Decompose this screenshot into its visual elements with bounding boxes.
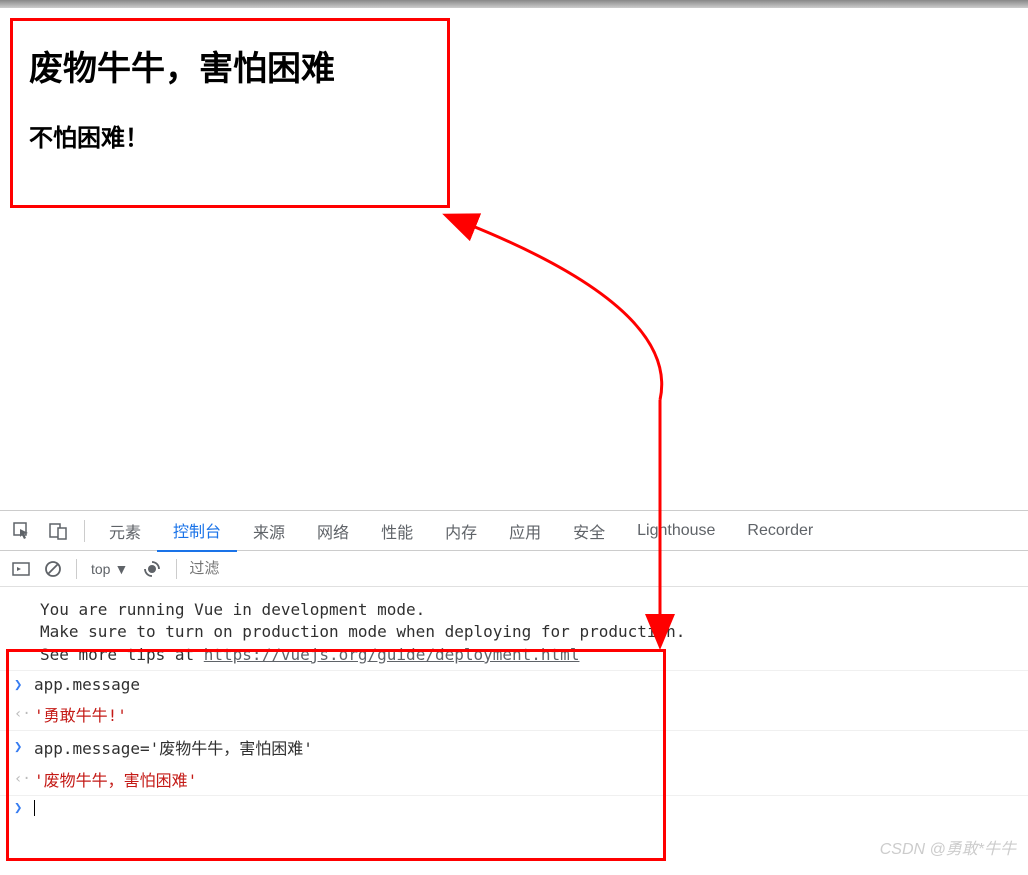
watermark: CSDN @勇敢*牛牛 [880, 835, 1016, 859]
devtools-panel: 元素 控制台 来源 网络 性能 内存 应用 安全 Lighthouse Reco… [0, 510, 1028, 828]
console-code: app.message [34, 675, 140, 694]
context-label: top [91, 561, 110, 577]
devtools-tabbar: 元素 控制台 来源 网络 性能 内存 应用 安全 Lighthouse Reco… [0, 511, 1028, 551]
tab-recorder[interactable]: Recorder [731, 514, 829, 548]
device-toggle-icon[interactable] [40, 515, 76, 547]
console-toolbar: top ▼ [0, 551, 1028, 587]
console-output-line: ‹· '废物牛牛，害怕困难' [0, 763, 1028, 795]
warning-text-1: You are running Vue in development mode. [40, 599, 1028, 621]
inspect-element-icon[interactable] [4, 515, 40, 547]
filter-input[interactable] [185, 556, 1022, 581]
console-result: '废物牛牛，害怕困难' [34, 767, 197, 791]
console-output[interactable]: You are running Vue in development mode.… [0, 587, 1028, 828]
console-prompt[interactable]: ❯ [0, 795, 1028, 820]
separator [76, 559, 77, 579]
output-marker-icon: ‹· [14, 771, 34, 787]
page-viewport: 废物牛牛，害怕困难 不怕困难！ [0, 8, 1028, 510]
console-output-line: ‹· '勇敢牛牛!' [0, 698, 1028, 730]
page-heading-1: 废物牛牛，害怕困难 [29, 41, 431, 90]
tab-console[interactable]: 控制台 [157, 510, 237, 552]
tab-elements[interactable]: 元素 [93, 511, 157, 551]
tab-sources[interactable]: 来源 [237, 511, 301, 551]
console-result: '勇敢牛牛!' [34, 702, 127, 726]
tab-security[interactable]: 安全 [557, 511, 621, 551]
tab-network[interactable]: 网络 [301, 511, 365, 551]
console-code: app.message='废物牛牛，害怕困难' [34, 735, 313, 759]
input-marker-icon: ❯ [14, 677, 34, 693]
separator [176, 559, 177, 579]
warning-link[interactable]: https://vuejs.org/guide/deployment.html [204, 645, 580, 664]
clear-console-icon[interactable] [38, 556, 68, 582]
input-marker-icon: ❯ [14, 739, 34, 755]
separator [84, 520, 85, 542]
tab-memory[interactable]: 内存 [429, 511, 493, 551]
text-cursor [34, 800, 35, 816]
sidebar-toggle-icon[interactable] [6, 556, 36, 582]
chevron-down-icon: ▼ [114, 561, 128, 577]
tab-application[interactable]: 应用 [493, 511, 557, 551]
context-selector[interactable]: top ▼ [85, 559, 134, 579]
page-heading-2: 不怕困难！ [29, 118, 431, 153]
console-input-line: ❯ app.message [0, 670, 1028, 698]
live-expression-icon[interactable] [136, 555, 168, 583]
input-marker-icon: ❯ [14, 800, 34, 816]
console-warning: You are running Vue in development mode.… [0, 595, 1028, 670]
tab-performance[interactable]: 性能 [365, 511, 429, 551]
console-input-line: ❯ app.message='废物牛牛，害怕困难' [0, 730, 1028, 763]
warning-text-3: See more tips at https://vuejs.org/guide… [40, 644, 1028, 666]
output-marker-icon: ‹· [14, 706, 34, 722]
warning-text-2: Make sure to turn on production mode whe… [40, 621, 1028, 643]
window-titlebar [0, 0, 1028, 8]
tab-lighthouse[interactable]: Lighthouse [621, 514, 731, 548]
annotation-box-top: 废物牛牛，害怕困难 不怕困难！ [10, 18, 450, 208]
